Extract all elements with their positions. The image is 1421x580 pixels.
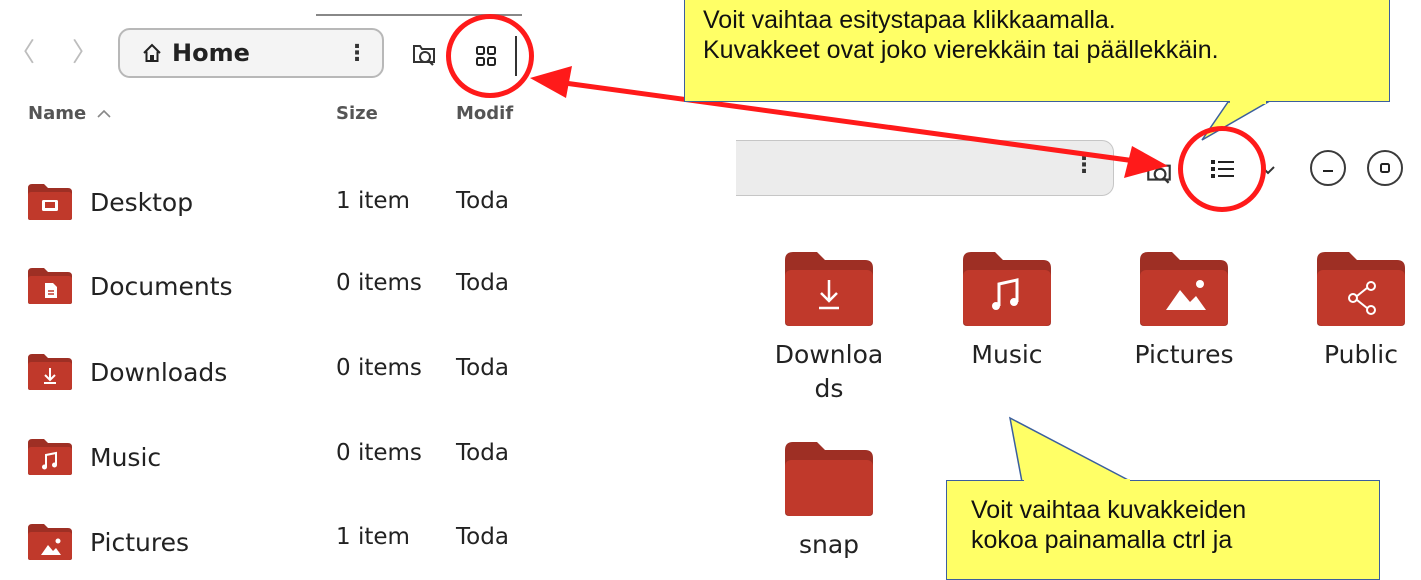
top-callout-line: Kuvakkeet ovat joko vierekkäin tai pääll… [703, 36, 1219, 64]
callout-tail-join [1024, 479, 1130, 483]
bottom-callout-line: kokoa painamalla ctrl ja [971, 526, 1233, 554]
bottom-callout-tail [1008, 416, 1133, 483]
bottom-callout-line: Voit vaihtaa kuvakkeiden [971, 496, 1247, 524]
callout-tail-join [1230, 100, 1266, 104]
top-callout: Voit vaihtaa esitystapaa klikkaamalla. K… [684, 0, 1390, 102]
bottom-callout: Voit vaihtaa kuvakkeiden kokoa painamall… [946, 480, 1380, 580]
highlight-circle-list-button [1178, 126, 1266, 212]
top-callout-line: Voit vaihtaa esitystapaa klikkaamalla. [703, 6, 1116, 34]
red-arrow-head-left [530, 66, 572, 98]
red-arrow-head-right [1124, 146, 1168, 178]
highlight-circle-grid-button [446, 14, 534, 98]
